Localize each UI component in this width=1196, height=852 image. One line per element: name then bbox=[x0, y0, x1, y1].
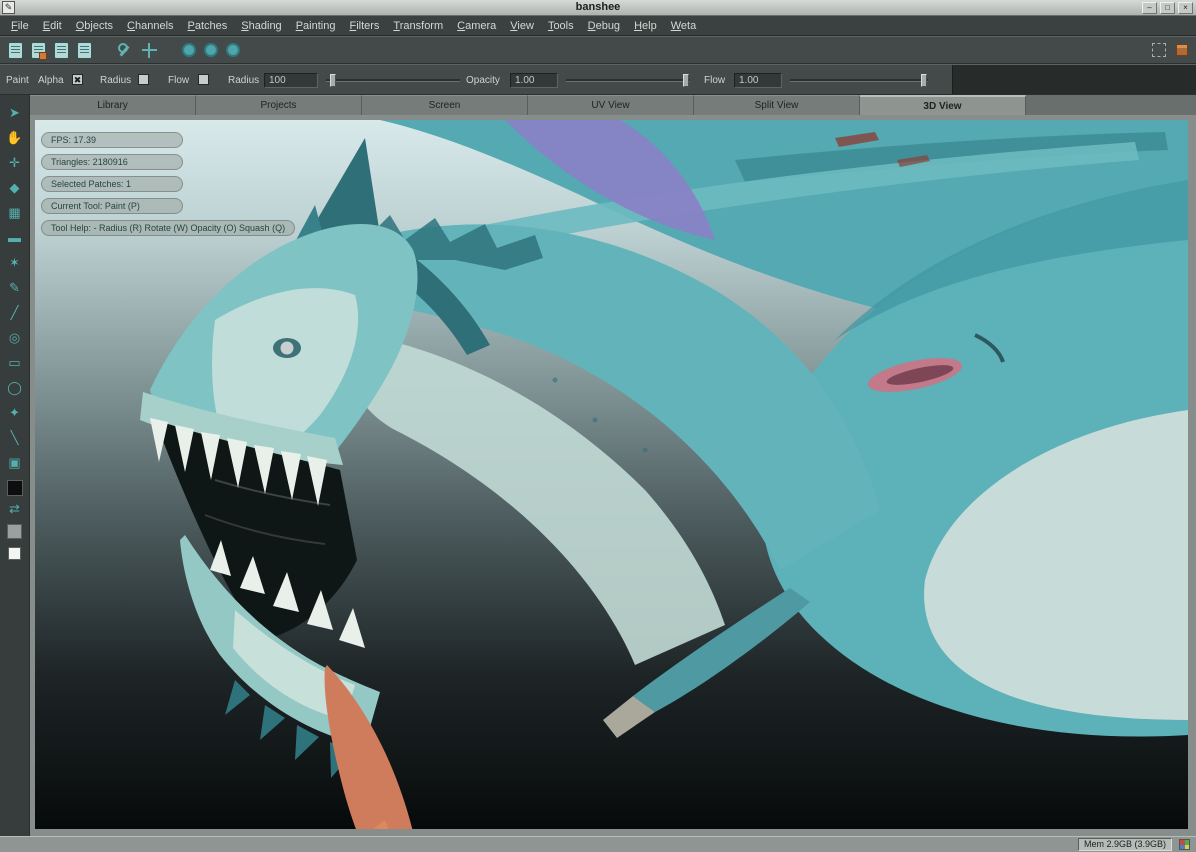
flow-toggle-label: Flow bbox=[168, 75, 189, 86]
menu-view[interactable]: View bbox=[503, 18, 541, 34]
hud-triangles: Triangles: 2180916 bbox=[41, 154, 183, 170]
radius-slider-handle[interactable] bbox=[330, 74, 336, 87]
menu-help[interactable]: Help bbox=[627, 18, 664, 34]
tab-screen[interactable]: Screen bbox=[362, 95, 528, 115]
menu-file[interactable]: File bbox=[4, 18, 36, 34]
radius-field[interactable]: 100 bbox=[264, 73, 318, 88]
tab-projects[interactable]: Projects bbox=[196, 95, 362, 115]
paintbar-right-panel bbox=[952, 65, 1196, 94]
alpha-checkbox[interactable]: ✖ bbox=[72, 74, 83, 85]
opacity-slider[interactable] bbox=[566, 74, 690, 87]
grid-tool[interactable]: ▦ bbox=[3, 201, 27, 226]
blur-tool[interactable]: ◆ bbox=[3, 176, 27, 201]
pan-tool[interactable]: ✋ bbox=[3, 126, 27, 151]
export-icon[interactable] bbox=[77, 42, 92, 59]
menu-camera[interactable]: Camera bbox=[450, 18, 503, 34]
toolbar bbox=[0, 36, 1196, 64]
tool-sidebar: ➤ ✋ ✛ ◆ ▦ ▬ ✶ ✎ ╱ ◎ ▭ ◯ ✦ ╲ ▣ ⇄ bbox=[0, 95, 30, 836]
hud-current-tool: Current Tool: Paint (P) bbox=[41, 198, 183, 214]
wrench-icon[interactable] bbox=[116, 42, 133, 59]
window-title: banshee bbox=[0, 1, 1196, 13]
status-bar: Mem 2.9GB (3.9GB) bbox=[0, 836, 1196, 852]
tab-3d-view[interactable]: 3D View bbox=[860, 95, 1026, 115]
paint-tool-selector[interactable]: Paint bbox=[6, 75, 29, 86]
white-color-swatch[interactable] bbox=[8, 547, 21, 560]
minimize-button[interactable]: – bbox=[1142, 2, 1157, 14]
roller-tool[interactable]: ▬ bbox=[3, 226, 27, 251]
radius-toggle-checkbox[interactable] bbox=[138, 74, 149, 85]
maximize-button[interactable]: □ bbox=[1160, 2, 1175, 14]
tab-library[interactable]: Library bbox=[30, 95, 196, 115]
brush-circle-medium-icon[interactable] bbox=[204, 43, 218, 57]
move-tool[interactable]: ✛ bbox=[3, 151, 27, 176]
background-color-swatch[interactable] bbox=[7, 524, 22, 539]
save-icon[interactable] bbox=[54, 42, 69, 59]
hud-fps: FPS: 17.39 bbox=[41, 132, 183, 148]
transform-gizmo-icon[interactable] bbox=[141, 42, 158, 59]
foreground-color-swatch[interactable] bbox=[7, 480, 23, 496]
alpha-label: Alpha bbox=[38, 75, 64, 86]
paint-property-bar: Paint Alpha ✖ Radius Flow Radius 100 Opa… bbox=[0, 64, 1196, 95]
app-window: ✎ banshee – □ × File Edit Objects Channe… bbox=[0, 0, 1196, 852]
open-project-icon[interactable] bbox=[31, 42, 46, 59]
new-project-icon[interactable] bbox=[8, 42, 23, 59]
menu-patches[interactable]: Patches bbox=[181, 18, 235, 34]
viewport-frame: FPS: 17.39 Triangles: 2180916 Selected P… bbox=[30, 115, 1196, 836]
swap-colors-icon[interactable]: ⇄ bbox=[3, 500, 27, 520]
brush-circle-large-icon[interactable] bbox=[226, 43, 240, 57]
menu-bar: File Edit Objects Channels Patches Shadi… bbox=[0, 16, 1196, 36]
marquee-dashed-icon[interactable] bbox=[1152, 43, 1166, 57]
flow-toggle-checkbox[interactable] bbox=[198, 74, 209, 85]
opacity-label: Opacity bbox=[466, 75, 500, 86]
menu-transform[interactable]: Transform bbox=[386, 18, 450, 34]
flow-field[interactable]: 1.00 bbox=[734, 73, 782, 88]
menu-weta[interactable]: Weta bbox=[664, 18, 703, 34]
ellipse-select-tool[interactable]: ◯ bbox=[3, 376, 27, 401]
radius-label: Radius bbox=[228, 75, 259, 86]
memory-indicator-icon bbox=[1179, 839, 1190, 850]
measure-tool[interactable]: ╲ bbox=[3, 426, 27, 451]
cube-icon[interactable] bbox=[1176, 44, 1188, 56]
3d-viewport[interactable]: FPS: 17.39 Triangles: 2180916 Selected P… bbox=[35, 120, 1188, 829]
flow-label: Flow bbox=[704, 75, 725, 86]
select-tool[interactable]: ➤ bbox=[3, 101, 27, 126]
menu-shading[interactable]: Shading bbox=[234, 18, 288, 34]
menu-tools[interactable]: Tools bbox=[541, 18, 581, 34]
radius-slider[interactable] bbox=[326, 74, 460, 87]
transform-tool[interactable]: ▣ bbox=[3, 451, 27, 476]
close-button[interactable]: × bbox=[1178, 2, 1193, 14]
hud-selected-patches: Selected Patches: 1 bbox=[41, 176, 183, 192]
menu-debug[interactable]: Debug bbox=[581, 18, 627, 34]
menu-edit[interactable]: Edit bbox=[36, 18, 69, 34]
eyedropper-tool[interactable]: ✦ bbox=[3, 401, 27, 426]
pin-tool[interactable]: ✶ bbox=[3, 251, 27, 276]
menu-painting[interactable]: Painting bbox=[289, 18, 343, 34]
titlebar: ✎ banshee – □ × bbox=[0, 0, 1196, 16]
tab-split-view[interactable]: Split View bbox=[694, 95, 860, 115]
view-tabbar: Library Projects Screen UV View Split Vi… bbox=[30, 95, 1196, 115]
menu-filters[interactable]: Filters bbox=[342, 18, 386, 34]
flow-slider[interactable] bbox=[790, 74, 928, 87]
brush-circle-small-icon[interactable] bbox=[182, 43, 196, 57]
menu-objects[interactable]: Objects bbox=[69, 18, 120, 34]
banshee-eye bbox=[281, 342, 294, 355]
flow-slider-handle[interactable] bbox=[921, 74, 927, 87]
rect-select-tool[interactable]: ▭ bbox=[3, 351, 27, 376]
radius-toggle-label: Radius bbox=[100, 75, 131, 86]
opacity-slider-handle[interactable] bbox=[683, 74, 689, 87]
clone-tool[interactable]: ◎ bbox=[3, 326, 27, 351]
tab-uv-view[interactable]: UV View bbox=[528, 95, 694, 115]
menu-channels[interactable]: Channels bbox=[120, 18, 181, 34]
memory-status: Mem 2.9GB (3.9GB) bbox=[1078, 838, 1172, 851]
pencil-tool[interactable]: ✎ bbox=[3, 276, 27, 301]
hud-tool-help: Tool Help: - Radius (R) Rotate (W) Opaci… bbox=[41, 220, 295, 236]
tabbar-filler bbox=[1026, 95, 1196, 115]
stroke-tool[interactable]: ╱ bbox=[3, 301, 27, 326]
opacity-field[interactable]: 1.00 bbox=[510, 73, 558, 88]
